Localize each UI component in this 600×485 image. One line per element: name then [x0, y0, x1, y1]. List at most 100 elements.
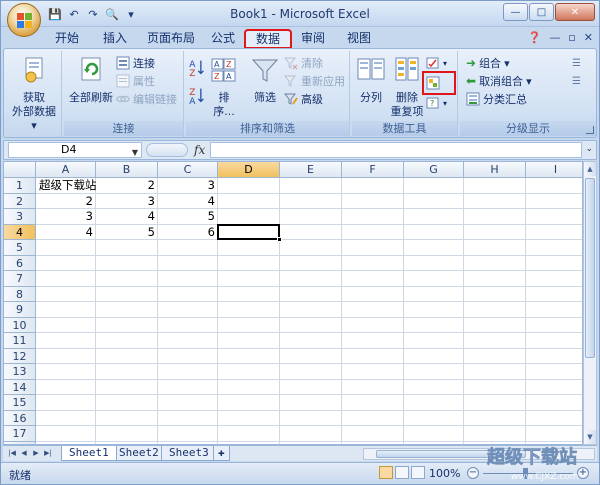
- cell-c1[interactable]: 3: [158, 178, 218, 193]
- scroll-up-icon[interactable]: ▲: [584, 162, 596, 176]
- row-header-2[interactable]: 2: [4, 193, 36, 209]
- reapply-button[interactable]: 重新应用: [284, 73, 345, 89]
- restore-button[interactable]: □: [529, 3, 554, 21]
- row-header-6[interactable]: 6: [4, 255, 36, 271]
- sheet-tab-sheet3[interactable]: Sheet3: [161, 446, 217, 461]
- hide-detail-icon[interactable]: ☰: [572, 73, 581, 89]
- row-header-8[interactable]: 8: [4, 286, 36, 302]
- insert-function-icon[interactable]: fx: [194, 143, 205, 157]
- column-header-a[interactable]: A: [36, 162, 96, 178]
- row-header-15[interactable]: 15: [4, 395, 36, 411]
- formula-bar-splitter[interactable]: [146, 143, 188, 157]
- clear-filter-button[interactable]: 清除: [284, 55, 323, 71]
- workbook-close-icon[interactable]: ✕: [584, 31, 593, 44]
- cell-a2[interactable]: 2: [36, 194, 96, 209]
- zoom-level[interactable]: 100%: [429, 467, 460, 480]
- prev-sheet-icon[interactable]: ◀: [19, 448, 29, 459]
- page-break-view-icon[interactable]: [411, 466, 425, 479]
- column-header-h[interactable]: H: [464, 162, 526, 178]
- close-button[interactable]: ✕: [555, 3, 595, 21]
- row-header-4[interactable]: 4: [4, 224, 36, 240]
- next-sheet-icon[interactable]: ▶: [31, 448, 41, 459]
- refresh-all-button[interactable]: 全部刷新: [68, 55, 114, 105]
- workbook-restore-icon[interactable]: ▫: [568, 31, 575, 44]
- remove-duplicates-button[interactable]: 删除 重复项: [390, 55, 424, 119]
- sort-descending-button[interactable]: ZA: [188, 87, 206, 104]
- cell-c3[interactable]: 5: [158, 209, 218, 224]
- minimize-button[interactable]: —: [503, 3, 528, 21]
- text-to-columns-button[interactable]: 分列: [354, 55, 388, 105]
- column-header-f[interactable]: F: [342, 162, 404, 178]
- zoom-in-button[interactable]: +: [577, 467, 589, 479]
- expand-formula-bar-icon[interactable]: ⌄: [585, 144, 593, 154]
- column-header-c[interactable]: C: [158, 162, 218, 178]
- row-header-9[interactable]: 9: [4, 302, 36, 318]
- select-all-corner[interactable]: [4, 162, 36, 178]
- subtotal-button[interactable]: 分类汇总: [466, 91, 527, 107]
- outline-dialog-launcher-icon[interactable]: [586, 126, 594, 134]
- cell-c4[interactable]: 6: [158, 225, 218, 240]
- properties-button[interactable]: 属性: [116, 73, 155, 89]
- sort-ascending-button[interactable]: AZ: [188, 59, 206, 76]
- row-header-12[interactable]: 12: [4, 348, 36, 364]
- column-header-d[interactable]: D: [218, 162, 280, 178]
- tab-page-layout[interactable]: 页面布局: [137, 30, 205, 48]
- column-header-g[interactable]: G: [404, 162, 464, 178]
- row-header-11[interactable]: 11: [4, 333, 36, 349]
- normal-view-icon[interactable]: [379, 466, 393, 479]
- tab-review[interactable]: 审阅: [291, 30, 335, 48]
- connections-button[interactable]: 连接: [116, 55, 155, 71]
- row-header-7[interactable]: 7: [4, 271, 36, 287]
- what-if-analysis-button[interactable]: ? ▾: [426, 95, 447, 111]
- chevron-down-icon[interactable]: ▼: [132, 146, 138, 160]
- scroll-down-icon[interactable]: ▼: [584, 430, 596, 444]
- first-sheet-icon[interactable]: |◀: [7, 448, 17, 459]
- zoom-slider-track[interactable]: [483, 473, 573, 474]
- show-detail-icon[interactable]: ☰: [572, 55, 581, 71]
- cell-b3[interactable]: 4: [96, 209, 158, 224]
- help-icon[interactable]: ❓: [528, 31, 542, 44]
- data-validation-button[interactable]: ▾: [426, 55, 447, 71]
- page-layout-view-icon[interactable]: [395, 466, 409, 479]
- column-header-e[interactable]: E: [280, 162, 342, 178]
- group-button[interactable]: ➜ 组合 ▾: [466, 55, 510, 71]
- row-header-1[interactable]: 1: [4, 178, 36, 194]
- office-button[interactable]: [7, 3, 41, 37]
- vertical-scroll-thumb[interactable]: [585, 178, 595, 358]
- row-header-14[interactable]: 14: [4, 379, 36, 395]
- get-external-data-button[interactable]: 获取 外部数据▾: [10, 55, 58, 133]
- formula-input[interactable]: [210, 142, 582, 158]
- zoom-out-button[interactable]: −: [467, 467, 479, 479]
- filter-button[interactable]: 筛选: [250, 55, 280, 105]
- row-header-3[interactable]: 3: [4, 209, 36, 225]
- row-header-10[interactable]: 10: [4, 317, 36, 333]
- horizontal-scroll-thumb[interactable]: [376, 450, 526, 458]
- row-header-16[interactable]: 16: [4, 410, 36, 426]
- cell-b4[interactable]: 5: [96, 225, 158, 240]
- row-header-17[interactable]: 17: [4, 426, 36, 442]
- tab-formulas[interactable]: 公式: [201, 30, 245, 48]
- sheet-tab-sheet2[interactable]: Sheet2: [111, 446, 167, 461]
- cell-a4[interactable]: 4: [36, 225, 96, 240]
- horizontal-scrollbar[interactable]: [363, 448, 595, 460]
- sheet-tab-sheet1[interactable]: Sheet1: [61, 446, 117, 461]
- column-header-b[interactable]: B: [96, 162, 158, 178]
- tab-home[interactable]: 开始: [45, 30, 89, 48]
- tab-insert[interactable]: 插入: [93, 30, 137, 48]
- column-header-i[interactable]: I: [526, 162, 582, 178]
- row-header-5[interactable]: 5: [4, 240, 36, 256]
- tab-data[interactable]: 数据: [243, 29, 293, 49]
- insert-sheet-icon[interactable]: ✚: [213, 446, 230, 461]
- cell-b1[interactable]: 2: [96, 178, 158, 193]
- name-box[interactable]: D4 ▼: [8, 142, 142, 158]
- tab-view[interactable]: 视图: [337, 30, 381, 48]
- row-header-13[interactable]: 13: [4, 364, 36, 380]
- ungroup-button[interactable]: ⬅ 取消组合 ▾: [466, 73, 532, 89]
- advanced-filter-button[interactable]: 高级: [284, 91, 323, 107]
- cell-c2[interactable]: 4: [158, 194, 218, 209]
- sort-button[interactable]: A Z Z A 排序...: [208, 55, 240, 119]
- workbook-minimize-icon[interactable]: —: [549, 31, 560, 44]
- fill-handle[interactable]: [277, 237, 282, 242]
- zoom-slider-thumb[interactable]: [523, 468, 528, 479]
- edit-links-button[interactable]: 编辑链接: [116, 91, 177, 107]
